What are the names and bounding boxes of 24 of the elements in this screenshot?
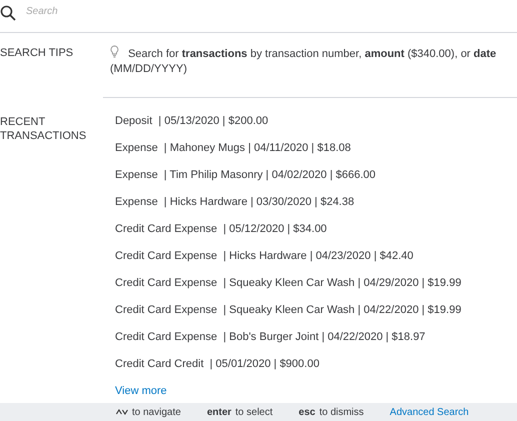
search-icon <box>0 5 16 21</box>
transaction-item[interactable]: Expense | Hicks Hardware | 03/30/2020 | $24.38 <box>115 196 462 223</box>
transaction-item[interactable]: Deposit | 05/13/2020 | $200.00 <box>115 115 462 142</box>
lightbulb-icon <box>110 45 119 58</box>
hint-text: to dismiss <box>319 406 364 418</box>
section-label: SEARCH TIPS <box>0 46 74 61</box>
hint-text: to navigate <box>132 406 181 418</box>
key-label: esc <box>298 406 316 418</box>
view-more-link[interactable]: View more <box>115 385 167 397</box>
transaction-item[interactable]: Credit Card Expense | Squeaky Kleen Car Wash | 04/22/2020 | $19.99 <box>115 304 462 331</box>
transaction-item[interactable]: Credit Card Expense | Bob's Burger Joint | 04/22/2020 | $18.97 <box>115 331 462 358</box>
transaction-item[interactable]: Expense | Mahoney Mugs | 04/11/2020 | $18.08 <box>115 142 462 169</box>
transaction-item[interactable]: Expense | Tim Philip Masonry | 04/02/2020 | $666.00 <box>115 169 462 196</box>
transaction-item[interactable]: Credit Card Expense | Hicks Hardware | 04/23/2020 | $42.40 <box>115 250 462 277</box>
section-label: RECENT TRANSACTIONS <box>0 115 88 144</box>
up-down-arrows-icon <box>116 409 128 415</box>
transaction-item[interactable]: Credit Card Credit | 05/01/2020 | $900.00 <box>115 358 462 385</box>
search-field[interactable]: Search <box>24 4 328 18</box>
hint-text: to select <box>235 406 273 418</box>
advanced-search-link[interactable]: Advanced Search <box>390 406 469 418</box>
search-tip-text: Search for transactions by transaction number, amount ($340.00), or date (MM/DD/YYYY) <box>110 45 509 77</box>
key-label: enter <box>206 406 232 418</box>
transaction-item[interactable]: Credit Card Expense | Squeaky Kleen Car Wash | 04/29/2020 | $19.99 <box>115 277 462 304</box>
transaction-item[interactable]: Credit Card Expense | 05/12/2020 | $34.00 <box>115 223 462 250</box>
